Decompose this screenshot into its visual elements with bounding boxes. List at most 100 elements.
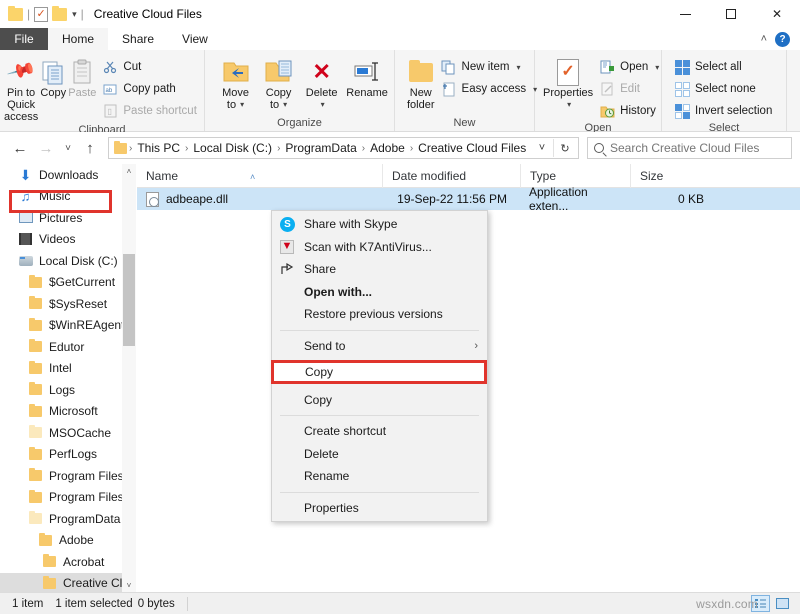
- nav-item-perflogs[interactable]: PerfLogs: [0, 444, 122, 466]
- search-input[interactable]: Search Creative Cloud Files: [610, 141, 759, 155]
- context-menu-item-scan-with-k7antivirus[interactable]: ▼ Scan with K7AntiVirus...: [272, 236, 487, 259]
- pin-to-quick-access-button[interactable]: 📌 Pin to Quick access: [4, 53, 38, 123]
- address-bar[interactable]: › This PC › Local Disk (C:) › ProgramDat…: [108, 137, 579, 159]
- nav-item-pictures[interactable]: Pictures: [0, 207, 122, 229]
- column-header-date-modified[interactable]: Date modified: [382, 164, 520, 188]
- history-button[interactable]: History: [595, 101, 663, 121]
- nav-item-microsoft[interactable]: Microsoft: [0, 401, 122, 423]
- nav-item-winreagent[interactable]: $WinREAgent: [0, 315, 122, 337]
- save-folder-icon[interactable]: [8, 8, 23, 21]
- new-folder-icon[interactable]: [52, 8, 67, 21]
- context-menu-item-send-to[interactable]: Send to ›: [272, 335, 487, 358]
- address-dropdown-icon[interactable]: ˅: [531, 138, 553, 158]
- breadcrumb-local-disk[interactable]: Local Disk (C:): [190, 141, 275, 155]
- copy-to-caret-icon[interactable]: ▾: [283, 99, 287, 111]
- nav-item-sysreset[interactable]: $SysReset: [0, 293, 122, 315]
- open-caret-icon[interactable]: ▾: [655, 63, 659, 72]
- invert-selection-button[interactable]: Invert selection: [670, 101, 776, 121]
- chevron-down-icon[interactable]: ▾: [72, 9, 77, 20]
- refresh-button[interactable]: ↻: [554, 138, 576, 158]
- column-header-type[interactable]: Type: [520, 164, 630, 188]
- nav-item-acrobat[interactable]: Acrobat: [0, 551, 122, 573]
- properties-button[interactable]: ✓ Properties ▾: [543, 53, 593, 111]
- folder-icon: [28, 361, 43, 375]
- copy-button[interactable]: Copy: [40, 53, 66, 99]
- nav-item-downloads[interactable]: ⬇ Downloads: [0, 164, 122, 186]
- nav-item-programdata[interactable]: ProgramData: [0, 508, 122, 530]
- maximize-button[interactable]: [708, 0, 754, 28]
- context-menu-item-restore-previous-versions[interactable]: Restore previous versions: [272, 303, 487, 326]
- minimize-button[interactable]: [662, 0, 708, 28]
- breadcrumb-creative-cloud-files[interactable]: Creative Cloud Files: [415, 141, 529, 155]
- select-none-button[interactable]: Select none: [670, 79, 776, 99]
- tab-home[interactable]: Home: [48, 28, 108, 50]
- copy-to-button[interactable]: Copy to ▾: [258, 53, 299, 111]
- search-box[interactable]: Search Creative Cloud Files: [587, 137, 792, 159]
- tab-view[interactable]: View: [168, 28, 222, 50]
- scroll-down-icon[interactable]: ˅: [122, 578, 136, 592]
- nav-item-music[interactable]: ♫ Music: [0, 186, 122, 208]
- nav-item-program-files[interactable]: Program Files: [0, 465, 122, 487]
- tab-share[interactable]: Share: [108, 28, 168, 50]
- nav-label: $SysReset: [49, 297, 107, 311]
- nav-item-local-disk-c[interactable]: Local Disk (C:): [0, 250, 122, 272]
- context-menu-item-open-with[interactable]: Open with...: [272, 281, 487, 304]
- nav-item-creative-cloud-files[interactable]: Creative Clo: [0, 573, 122, 593]
- nav-item-logs[interactable]: Logs: [0, 379, 122, 401]
- new-item-caret-icon[interactable]: ▾: [516, 63, 520, 72]
- column-header-size[interactable]: Size: [630, 164, 716, 188]
- nav-item-program-files-x86[interactable]: Program Files (: [0, 487, 122, 509]
- copy-path-button[interactable]: ab Copy path: [98, 79, 201, 99]
- select-all-button[interactable]: Select all: [670, 57, 776, 77]
- nav-pane-scrollbar[interactable]: ˄ ˅: [122, 164, 136, 592]
- breadcrumb-this-pc[interactable]: This PC: [134, 141, 183, 155]
- new-item-button[interactable]: New item ▾: [437, 57, 542, 77]
- chevron-up-icon[interactable]: ˄: [761, 33, 767, 45]
- easy-access-button[interactable]: Easy access ▾: [437, 79, 542, 99]
- close-button[interactable]: ✕: [754, 0, 800, 28]
- up-button[interactable]: ↑: [78, 136, 102, 160]
- open-button[interactable]: Open ▾: [595, 57, 663, 77]
- context-menu-item-cut[interactable]: Cut: [272, 366, 487, 389]
- column-header-name[interactable]: Name ˄: [137, 164, 382, 188]
- context-menu-item-rename[interactable]: Rename: [272, 465, 487, 488]
- table-row[interactable]: adbeape.dll 19-Sep-22 11:56 PM Applicati…: [137, 188, 800, 210]
- recent-locations-button[interactable]: ˅: [60, 136, 76, 160]
- nav-item-videos[interactable]: Videos: [0, 229, 122, 251]
- select-all-label: Select all: [695, 61, 742, 73]
- properties-caret-icon[interactable]: ▾: [567, 99, 571, 111]
- delete-button[interactable]: ✕ Delete ▾: [301, 53, 342, 111]
- paste-shortcut-button[interactable]: ▯ Paste shortcut: [98, 101, 201, 121]
- new-folder-button[interactable]: New folder: [407, 53, 435, 111]
- breadcrumb-programdata[interactable]: ProgramData: [282, 141, 359, 155]
- nav-item-edutor[interactable]: Edutor: [0, 336, 122, 358]
- scroll-up-icon[interactable]: ˄: [122, 164, 136, 178]
- back-button[interactable]: ←: [8, 136, 32, 160]
- move-to-caret-icon[interactable]: ▾: [240, 99, 244, 111]
- nav-item-adobe[interactable]: Adobe: [0, 530, 122, 552]
- help-icon[interactable]: ?: [775, 32, 790, 47]
- rename-button[interactable]: Rename: [344, 53, 390, 99]
- move-to-button[interactable]: Move to ▾: [215, 53, 256, 111]
- forward-button[interactable]: →: [34, 136, 58, 160]
- file-name-cell[interactable]: adbeape.dll: [137, 192, 382, 207]
- context-menu-item-copy[interactable]: Copy: [272, 389, 487, 412]
- properties-icon[interactable]: ✓: [34, 7, 48, 22]
- edit-button[interactable]: Edit: [595, 79, 663, 99]
- context-menu-label: Share with Skype: [304, 217, 397, 231]
- nav-item-intel[interactable]: Intel: [0, 358, 122, 380]
- context-menu-item-delete[interactable]: Delete: [272, 443, 487, 466]
- context-menu-item-share[interactable]: Share: [272, 258, 487, 281]
- context-menu-item-create-shortcut[interactable]: Create shortcut: [272, 420, 487, 443]
- context-menu-item-share-with-skype[interactable]: S Share with Skype: [272, 213, 487, 236]
- nav-item-msocache[interactable]: MSOCache: [0, 422, 122, 444]
- cut-button[interactable]: Cut: [98, 57, 201, 77]
- scrollbar-thumb[interactable]: [123, 254, 135, 346]
- delete-caret-icon[interactable]: ▾: [321, 99, 325, 111]
- paste-button[interactable]: Paste: [68, 53, 96, 99]
- nav-item-getcurrent[interactable]: $GetCurrent: [0, 272, 122, 294]
- breadcrumb-adobe[interactable]: Adobe: [367, 141, 408, 155]
- large-icons-view-button[interactable]: [773, 595, 792, 612]
- context-menu-item-properties[interactable]: Properties: [272, 497, 487, 520]
- tab-file[interactable]: File: [0, 28, 48, 50]
